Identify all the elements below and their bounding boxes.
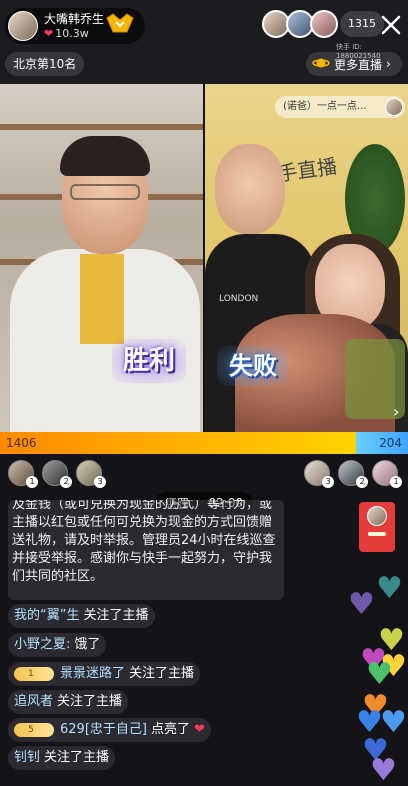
chat-user[interactable]: 我的“翼”生 bbox=[14, 604, 79, 628]
red-packet-bar bbox=[368, 532, 386, 536]
host-video[interactable]: 胜利 bbox=[0, 84, 203, 432]
opponent-avatar[interactable] bbox=[385, 98, 403, 116]
pk-stage: 胜利 手直播 LONDON (诺爸）一点一点... 失败 › 惩罚 02:00 bbox=[0, 84, 408, 514]
chat-text: 关注了主播 bbox=[57, 694, 123, 709]
rank-pill[interactable]: 北京第10名 bbox=[5, 52, 85, 76]
score-left: 1406 bbox=[0, 432, 356, 454]
host-likes-count: 10.3w bbox=[55, 26, 89, 40]
more-live-button[interactable]: 更多直播 › bbox=[306, 52, 402, 76]
contributor[interactable]: 3 bbox=[304, 460, 334, 488]
contributor[interactable]: 1 bbox=[8, 460, 38, 488]
left-contributors: 1 2 3 bbox=[8, 460, 110, 488]
follow-badge-icon[interactable] bbox=[104, 10, 136, 36]
contributor[interactable]: 1 bbox=[372, 460, 402, 488]
chat-text: 关注了主播 bbox=[83, 608, 149, 623]
shirt-print: LONDON bbox=[219, 294, 259, 304]
chat-message[interactable]: 5 629[忠于自己] 点亮了 ❤ bbox=[8, 718, 211, 742]
glasses bbox=[70, 184, 140, 200]
contributor[interactable]: 2 bbox=[338, 460, 368, 488]
chat-text: 关注了主播 bbox=[44, 750, 110, 765]
level-badge: 1 bbox=[14, 667, 54, 681]
host-hair bbox=[60, 136, 150, 176]
red-packet-card[interactable] bbox=[359, 502, 395, 552]
man-face bbox=[215, 144, 285, 234]
shelf bbox=[0, 124, 203, 130]
heart-icon: ♥ bbox=[348, 587, 375, 622]
host-avatar[interactable] bbox=[8, 11, 38, 41]
host-info: 大嘴韩乔生 ❤ 10.3w bbox=[44, 12, 104, 41]
viewer-count[interactable]: 1315 bbox=[340, 11, 384, 37]
rank-number: 2 bbox=[356, 476, 368, 488]
chevron-right-icon: › bbox=[386, 57, 391, 71]
heart-icon: ♥ bbox=[370, 753, 397, 786]
rank-number: 2 bbox=[60, 476, 72, 488]
heart-icon: ♥ bbox=[366, 657, 393, 692]
contributor[interactable]: 2 bbox=[42, 460, 72, 488]
chat-message[interactable]: 我的“翼”生 关注了主播 bbox=[8, 604, 155, 628]
close-icon[interactable] bbox=[380, 14, 402, 36]
viewer-avatar[interactable] bbox=[310, 10, 338, 38]
community-notice: 及金钱（或可兑换为现金的方式）等行为，或主播以红包或任何可兑换为现金的方式回馈赠… bbox=[8, 500, 284, 600]
pk-score-bar: 1406 204 bbox=[0, 432, 408, 454]
chat-message[interactable]: 追风者 关注了主播 bbox=[8, 690, 129, 714]
more-live-label: 更多直播 bbox=[334, 57, 383, 72]
rank-number: 3 bbox=[94, 476, 106, 488]
chat-text: 点亮了 bbox=[150, 722, 190, 737]
notice-text: 及金钱（或可兑换为现金的方式）等行为，或主播以红包或任何可兑换为现金的方式回馈赠… bbox=[12, 500, 276, 584]
chat-text: 关注了主播 bbox=[129, 666, 195, 681]
chat-user[interactable]: 追风者 bbox=[14, 690, 53, 714]
chat-message[interactable]: 钊钊 关注了主播 bbox=[8, 746, 116, 770]
viewer-avatars[interactable]: 1315 bbox=[262, 10, 384, 38]
rank-number: 1 bbox=[26, 476, 38, 488]
host-name: 大嘴韩乔生 bbox=[44, 11, 105, 26]
rank-number: 3 bbox=[322, 476, 334, 488]
red-packet-avatar bbox=[367, 506, 387, 526]
opponent-video[interactable]: 手直播 LONDON (诺爸）一点一点... 失败 › bbox=[205, 84, 408, 432]
chat-text: 饿了 bbox=[74, 637, 101, 652]
chat-user[interactable]: 小野之夏: bbox=[14, 633, 70, 657]
lose-badge: 失败 bbox=[217, 346, 289, 386]
level-badge: 5 bbox=[14, 723, 54, 737]
heart-icon: ❤ bbox=[44, 26, 54, 40]
chat-message[interactable]: 小野之夏: 饿了 bbox=[8, 633, 107, 657]
top-bar: 大嘴韩乔生 ❤ 10.3w 1315 快手 ID: 1880021540 北京第1… bbox=[0, 0, 408, 84]
heart-icon: ❤ bbox=[193, 722, 205, 737]
contributor[interactable]: 3 bbox=[76, 460, 106, 488]
score-right: 204 bbox=[356, 432, 408, 454]
chat-message[interactable]: 1 景景迷路了 关注了主播 bbox=[8, 662, 201, 686]
opponent-name: (诺爸）一点一点... bbox=[283, 101, 367, 112]
planet-icon bbox=[312, 56, 330, 73]
chat-user[interactable]: 629[忠于自己] bbox=[60, 718, 147, 742]
right-contributors: 3 2 1 bbox=[304, 460, 406, 488]
chevron-right-icon[interactable]: › bbox=[393, 402, 399, 421]
rank-number: 1 bbox=[390, 476, 402, 488]
chat-user[interactable]: 景景迷路了 bbox=[60, 662, 125, 686]
heart-icon: ♥ bbox=[376, 571, 403, 606]
win-badge: 胜利 bbox=[112, 339, 186, 383]
host-likes: ❤ 10.3w bbox=[44, 27, 104, 41]
chat-user[interactable]: 钊钊 bbox=[14, 746, 40, 770]
floating-hearts: ♥ ♥ ♥ ♥ ♥ ♥ ♥ ♥ ♥ ♥ ♥ bbox=[340, 560, 408, 786]
opponent-pill[interactable]: (诺爸）一点一点... bbox=[275, 96, 405, 118]
host-shirt bbox=[80, 254, 124, 344]
